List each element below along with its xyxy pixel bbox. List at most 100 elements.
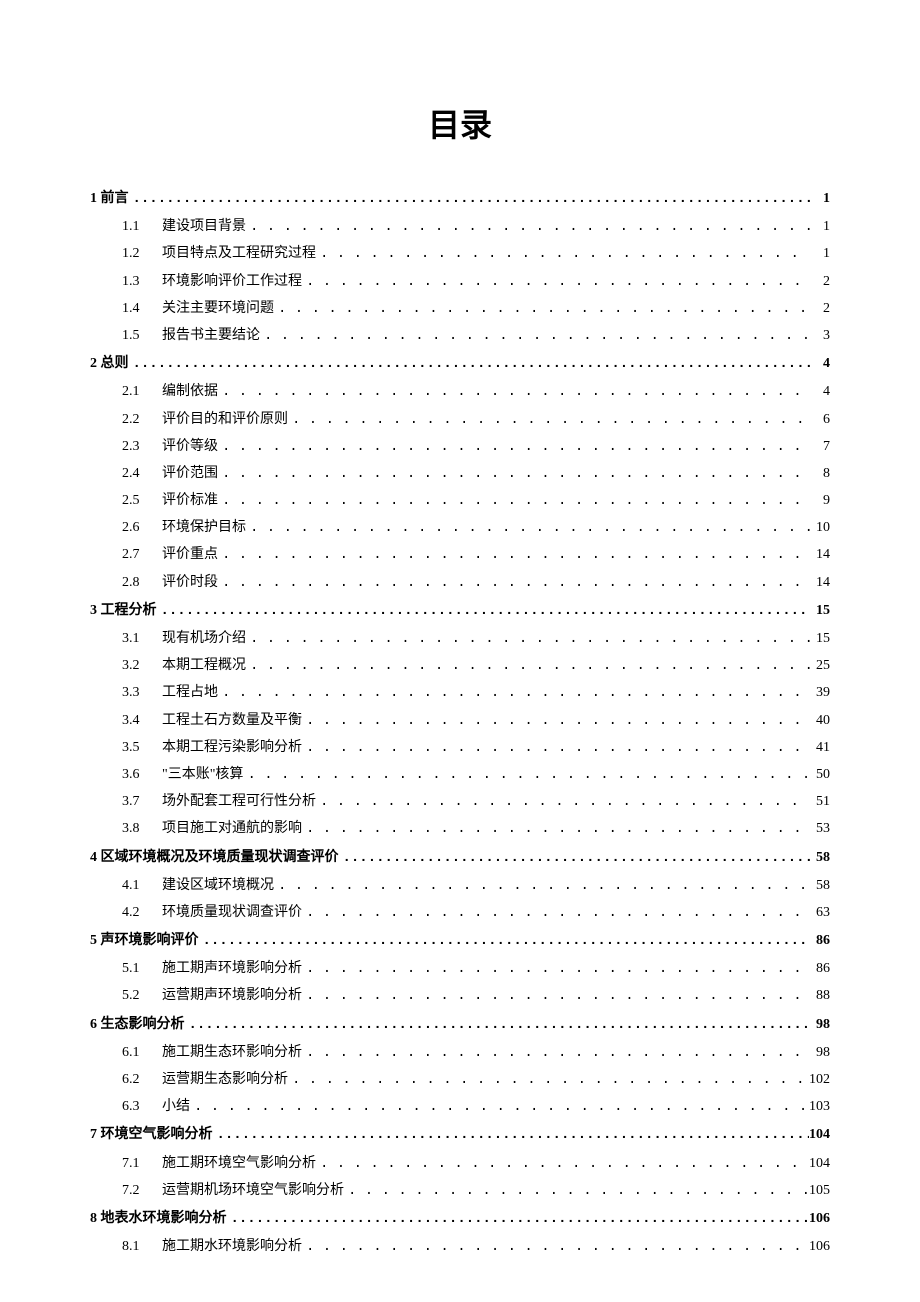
toc-leader-dots — [316, 242, 810, 267]
toc-entry-label: 关注主要环境问题 — [162, 296, 274, 321]
toc-page-number: 1 — [810, 214, 830, 239]
toc-chapter-entry: 3 工程分析 15 — [90, 598, 830, 624]
toc-page-number: 15 — [810, 598, 830, 623]
toc-sub-entry: 4.2环境质量现状调查评价63 — [122, 900, 830, 926]
toc-sub-entry: 2.7 评价重点 14 — [122, 542, 830, 568]
toc-leader-dots — [213, 1123, 810, 1148]
toc-page-number: 53 — [810, 816, 830, 841]
toc-entry-label: 评价目的和评价原则 — [162, 407, 288, 432]
toc-chapter-entry: 1 前言1 — [90, 186, 830, 212]
toc-entry-number: 3.7 — [122, 789, 152, 814]
toc-chapter-entry: 7 环境空气影响分析104 — [90, 1122, 830, 1148]
toc-entry-number: 3.2 — [122, 653, 152, 678]
toc-entry-label: 小结 — [162, 1094, 190, 1119]
toc-entry-number: 6.1 — [122, 1040, 152, 1065]
toc-entry-label: 5 声环境影响评价 — [90, 928, 199, 953]
toc-entry-number: 7.1 — [122, 1151, 152, 1176]
toc-entry-label: 环境保护目标 — [162, 515, 246, 540]
toc-entry-number: 5.1 — [122, 956, 152, 981]
toc-chapter-entry: 5 声环境影响评价 86 — [90, 928, 830, 954]
toc-leader-dots — [243, 763, 810, 788]
toc-leader-dots — [218, 681, 810, 706]
toc-entry-number: 3.6 — [122, 762, 152, 787]
toc-page-number: 10 — [810, 515, 830, 540]
toc-entry-number: 2.4 — [122, 461, 152, 486]
toc-page-number: 6 — [810, 407, 830, 432]
toc-page-number: 88 — [810, 983, 830, 1008]
toc-chapter-entry: 2 总则 4 — [90, 351, 830, 377]
toc-leader-dots — [185, 1013, 811, 1038]
toc-entry-label: 编制依据 — [162, 379, 218, 404]
toc-leader-dots — [260, 324, 810, 349]
toc-leader-dots — [302, 270, 810, 295]
toc-entry-number: 3.4 — [122, 708, 152, 733]
toc-leader-dots — [274, 297, 810, 322]
toc-entry-label: 施工期生态环影响分析 — [162, 1040, 302, 1065]
toc-entry-label: 工程占地 — [162, 680, 218, 705]
toc-leader-dots — [302, 736, 810, 761]
toc-entry-number: 1.3 — [122, 269, 152, 294]
toc-entry-label: 2 总则 — [90, 351, 129, 376]
toc-entry-label: 报告书主要结论 — [162, 323, 260, 348]
toc-page-number: 4 — [810, 351, 830, 376]
toc-chapter-entry: 4 区域环境概况及环境质量现状调查评价 58 — [90, 845, 830, 871]
toc-entry-label: 场外配套工程可行性分析 — [162, 789, 316, 814]
toc-page-number: 58 — [810, 873, 830, 898]
toc-entry-number: 1.1 — [122, 214, 152, 239]
toc-entry-label: 施工期水环境影响分析 — [162, 1234, 302, 1259]
toc-page-number: 106 — [809, 1206, 830, 1231]
toc-sub-entry: 1.4 关注主要环境问题 2 — [122, 296, 830, 322]
toc-entry-number: 2.7 — [122, 542, 152, 567]
toc-sub-entry: 7.2运营期机场环境空气影响分析105 — [122, 1178, 830, 1204]
toc-leader-dots — [129, 187, 811, 212]
toc-page-number: 63 — [810, 900, 830, 925]
toc-entry-label: 评价标准 — [162, 488, 218, 513]
toc-sub-entry: 2.5评价标准9 — [122, 488, 830, 514]
toc-entry-number: 6.2 — [122, 1067, 152, 1092]
toc-sub-entry: 3.6"三本账"核算50 — [122, 762, 830, 788]
toc-sub-entry: 3.5本期工程污染影响分析41 — [122, 735, 830, 761]
toc-entry-label: 施工期环境空气影响分析 — [162, 1151, 316, 1176]
toc-page-number: 2 — [810, 296, 830, 321]
toc-entry-number: 2.6 — [122, 515, 152, 540]
toc-entry-label: 评价范围 — [162, 461, 218, 486]
toc-entry-label: 施工期声环境影响分析 — [162, 956, 302, 981]
toc-page-number: 14 — [810, 542, 830, 567]
toc-entry-label: 3 工程分析 — [90, 598, 157, 623]
toc-leader-dots — [316, 1152, 809, 1177]
toc-sub-entry: 5.2运营期声环境影响分析88 — [122, 983, 830, 1009]
toc-page-number: 98 — [810, 1040, 830, 1065]
toc-leader-dots — [190, 1095, 809, 1120]
table-of-contents: 1 前言11.1 建设项目背景 11.2项目特点及工程研究过程11.3 环境影响评价工… — [90, 186, 830, 1260]
toc-chapter-entry: 8 地表水环境影响分析106 — [90, 1206, 830, 1232]
toc-page-number: 86 — [810, 928, 830, 953]
toc-page-number: 3 — [810, 323, 830, 348]
toc-leader-dots — [246, 627, 810, 652]
toc-leader-dots — [302, 901, 810, 926]
toc-sub-entry: 1.2项目特点及工程研究过程1 — [122, 241, 830, 267]
toc-page-number: 103 — [809, 1094, 830, 1119]
toc-entry-number: 8.1 — [122, 1234, 152, 1259]
toc-leader-dots — [218, 543, 810, 568]
toc-page-number: 51 — [810, 789, 830, 814]
toc-page-number: 58 — [810, 845, 830, 870]
toc-entry-label: 建设项目背景 — [162, 214, 246, 239]
document-title: 目录 — [90, 100, 830, 146]
toc-sub-entry: 2.3评价等级7 — [122, 434, 830, 460]
toc-page-number: 25 — [810, 653, 830, 678]
toc-entry-label: 4 区域环境概况及环境质量现状调查评价 — [90, 845, 339, 870]
toc-leader-dots — [302, 957, 810, 982]
toc-sub-entry: 1.3环境影响评价工作过程2 — [122, 269, 830, 295]
toc-sub-entry: 3.2本期工程概况25 — [122, 653, 830, 679]
toc-entry-label: 运营期声环境影响分析 — [162, 983, 302, 1008]
toc-chapter-entry: 6 生态影响分析98 — [90, 1012, 830, 1038]
toc-sub-entry: 3.8项目施工对通航的影响53 — [122, 816, 830, 842]
toc-entry-label: 环境质量现状调查评价 — [162, 900, 302, 925]
toc-entry-label: 环境影响评价工作过程 — [162, 269, 302, 294]
toc-entry-number: 2.1 — [122, 379, 152, 404]
toc-entry-number: 2.3 — [122, 434, 152, 459]
toc-page-number: 40 — [810, 708, 830, 733]
toc-leader-dots — [218, 462, 810, 487]
toc-entry-number: 1.4 — [122, 296, 152, 321]
toc-entry-label: 评价重点 — [162, 542, 218, 567]
